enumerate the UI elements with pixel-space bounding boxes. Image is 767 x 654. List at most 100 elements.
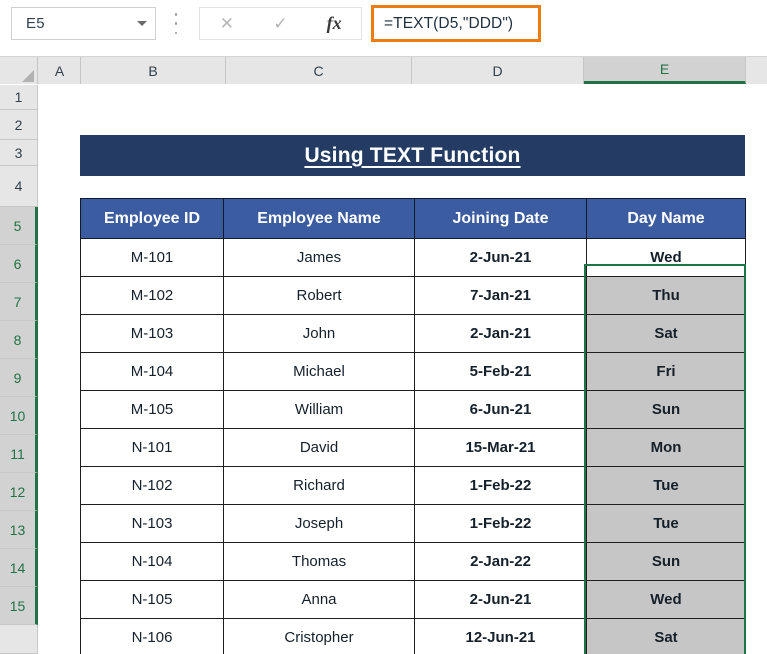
table-row[interactable]: N-103 Joseph 1-Feb-22 Tue [80,504,746,543]
cell-joining-date[interactable]: 2-Jan-21 [414,314,587,353]
row-number: 2 [14,116,23,133]
column-header-f[interactable] [746,57,767,84]
chevron-down-icon[interactable] [137,21,147,26]
name-box[interactable]: E5 [11,7,156,40]
cell-day-name[interactable]: Wed [586,580,746,619]
row-header-2[interactable]: 2 [0,110,38,140]
row-header-3[interactable]: 3 [0,140,38,166]
cell-employee-name[interactable]: Thomas [223,542,415,581]
cell-employee-name[interactable]: Michael [223,352,415,391]
cell-employee-id[interactable]: N-103 [80,504,224,543]
row-number: 15 [9,597,26,614]
row-number: 11 [10,445,25,462]
select-all-corner[interactable] [0,57,38,84]
column-header-day-name: Day Name [586,198,746,239]
cell-employee-name[interactable]: David [223,428,415,467]
row-header-14[interactable]: 14 [0,549,38,587]
check-icon[interactable]: ✓ [254,8,308,39]
cell-joining-date[interactable]: 2-Jan-22 [414,542,587,581]
table-row[interactable]: N-106 Cristopher 12-Jun-21 Sat [80,618,746,654]
cell-employee-name[interactable]: Robert [223,276,415,315]
cell-joining-date[interactable]: 15-Mar-21 [414,428,587,467]
cell-employee-name[interactable]: William [223,390,415,429]
table-row[interactable]: N-101 David 15-Mar-21 Mon [80,428,746,467]
formula-bar-area: E5 ✕ ✓ fx =TEXT(D5,"DDD") [0,0,767,57]
cell-day-name[interactable]: Thu [586,276,746,315]
cell-day-name[interactable]: Mon [586,428,746,467]
cell-employee-id[interactable]: N-106 [80,618,224,654]
cell-employee-name[interactable]: Joseph [223,504,415,543]
employee-table: Employee ID Employee Name Joining Date D… [80,198,746,654]
column-header-c[interactable]: C [226,57,412,84]
cell-employee-name[interactable]: Richard [223,466,415,505]
column-header-b[interactable]: B [81,57,226,84]
column-header-e[interactable]: E [584,57,746,84]
cell-employee-id[interactable]: N-105 [80,580,224,619]
row-header-4[interactable]: 4 [0,166,38,207]
cell-joining-date[interactable]: 2-Jun-21 [414,238,587,277]
cell-employee-id[interactable]: M-103 [80,314,224,353]
row-header-13[interactable]: 13 [0,511,38,549]
cell-joining-date[interactable]: 12-Jun-21 [414,618,587,654]
dot [174,13,178,16]
table-row[interactable]: N-105 Anna 2-Jun-21 Wed [80,580,746,619]
cell-day-name[interactable]: Sun [586,390,746,429]
row-number: 9 [13,369,22,386]
cell-employee-name[interactable]: John [223,314,415,353]
page-title: Using TEXT Function [304,143,521,167]
cell-joining-date[interactable]: 1-Feb-22 [414,466,587,505]
cell-employee-name[interactable]: Anna [223,580,415,619]
row-header-5[interactable]: 5 [0,207,38,245]
table-row[interactable]: M-105 William 6-Jun-21 Sun [80,390,746,429]
cell-employee-name[interactable]: Cristopher [223,618,415,654]
cell-day-name[interactable]: Tue [586,504,746,543]
table-row[interactable]: M-103 John 2-Jan-21 Sat [80,314,746,353]
table-row[interactable]: M-102 Robert 7-Jan-21 Thu [80,276,746,315]
cell-employee-id[interactable]: N-101 [80,428,224,467]
row-header-9[interactable]: 9 [0,359,38,397]
cell-employee-id[interactable]: M-102 [80,276,224,315]
sheet-title-banner: Using TEXT Function [80,135,745,176]
cell-joining-date[interactable]: 7-Jan-21 [414,276,587,315]
row-header-8[interactable]: 8 [0,321,38,359]
table-row[interactable]: N-102 Richard 1-Feb-22 Tue [80,466,746,505]
cell-day-name[interactable]: Sat [586,618,746,654]
cell-day-name[interactable]: Sat [586,314,746,353]
row-header-1[interactable]: 1 [0,85,38,110]
cell-joining-date[interactable]: 6-Jun-21 [414,390,587,429]
row-number: 1 [14,89,23,105]
cell-employee-id[interactable]: M-105 [80,390,224,429]
cell-employee-id[interactable]: N-104 [80,542,224,581]
row-number: 13 [9,521,26,538]
column-header-a[interactable]: A [39,57,81,84]
column-header-d[interactable]: D [412,57,584,84]
cell-day-name[interactable]: Fri [586,352,746,391]
row-header-16[interactable] [0,625,38,654]
fx-icon[interactable]: fx [307,8,361,39]
cell-day-name[interactable]: Tue [586,466,746,505]
row-header-15[interactable]: 15 [0,587,38,625]
row-header-6[interactable]: 6 [0,245,38,283]
cell-employee-id[interactable]: N-102 [80,466,224,505]
formula-bar-remainder[interactable] [541,7,763,40]
table-row[interactable]: M-101 James 2-Jun-21 Wed [80,238,746,277]
formula-input[interactable]: =TEXT(D5,"DDD") [371,5,541,42]
row-header-7[interactable]: 7 [0,283,38,321]
cell-joining-date[interactable]: 2-Jun-21 [414,580,587,619]
cell-employee-id[interactable]: M-104 [80,352,224,391]
cell-joining-date[interactable]: 1-Feb-22 [414,504,587,543]
table-row[interactable]: M-104 Michael 5-Feb-21 Fri [80,352,746,391]
cell-day-name[interactable]: Wed [586,238,746,277]
close-icon[interactable]: ✕ [200,8,254,39]
table-row[interactable]: N-104 Thomas 2-Jan-22 Sun [80,542,746,581]
cell-day-name[interactable]: Sun [586,542,746,581]
row-number: 10 [9,407,26,424]
row-header-11[interactable]: 11 [0,435,38,473]
cell-employee-id[interactable]: M-101 [80,238,224,277]
cell-joining-date[interactable]: 5-Feb-21 [414,352,587,391]
row-header-12[interactable]: 12 [0,473,38,511]
formula-bar-drag-handle[interactable] [174,13,178,34]
formula-action-buttons: ✕ ✓ fx [199,7,362,40]
cell-employee-name[interactable]: James [223,238,415,277]
row-header-10[interactable]: 10 [0,397,38,435]
